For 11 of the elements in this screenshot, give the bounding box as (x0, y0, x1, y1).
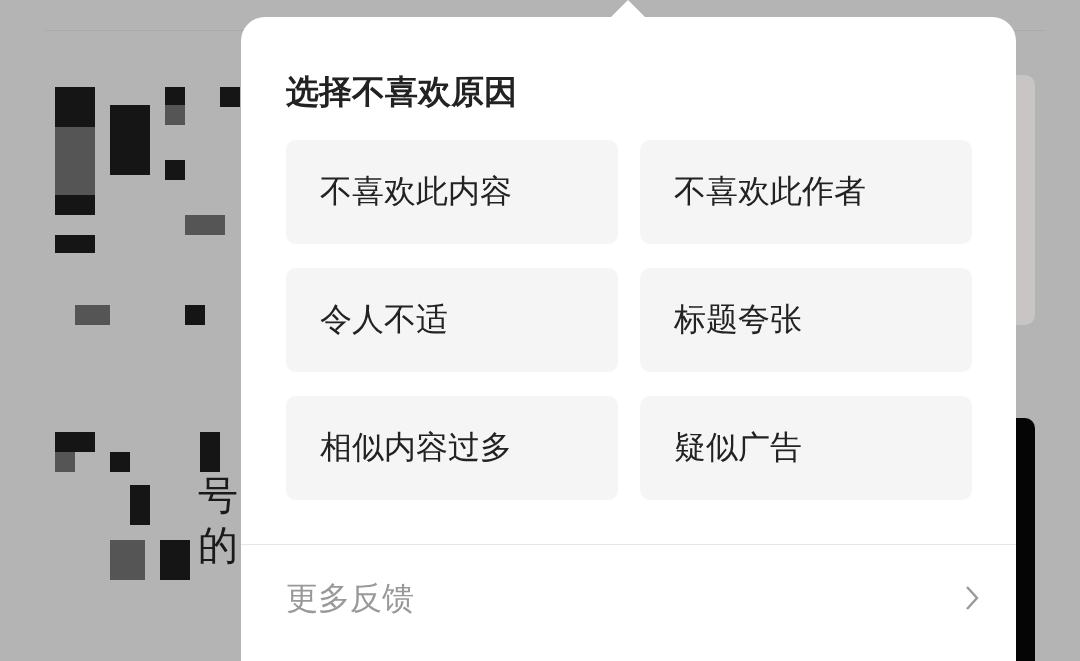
more-feedback-label: 更多反馈 (286, 578, 414, 619)
chevron-right-icon (965, 585, 979, 611)
reason-option[interactable]: 不喜欢此内容 (286, 140, 618, 244)
reason-option[interactable]: 不喜欢此作者 (640, 140, 972, 244)
feed-text: 的 (198, 522, 238, 568)
reason-option[interactable]: 令人不适 (286, 268, 618, 372)
reason-option[interactable]: 标题夸张 (640, 268, 972, 372)
reason-option[interactable]: 相似内容过多 (286, 396, 618, 500)
feed-text: 号 (198, 472, 238, 518)
reason-option[interactable]: 疑似广告 (640, 396, 972, 500)
popup-title: 选择不喜欢原因 (286, 71, 518, 113)
